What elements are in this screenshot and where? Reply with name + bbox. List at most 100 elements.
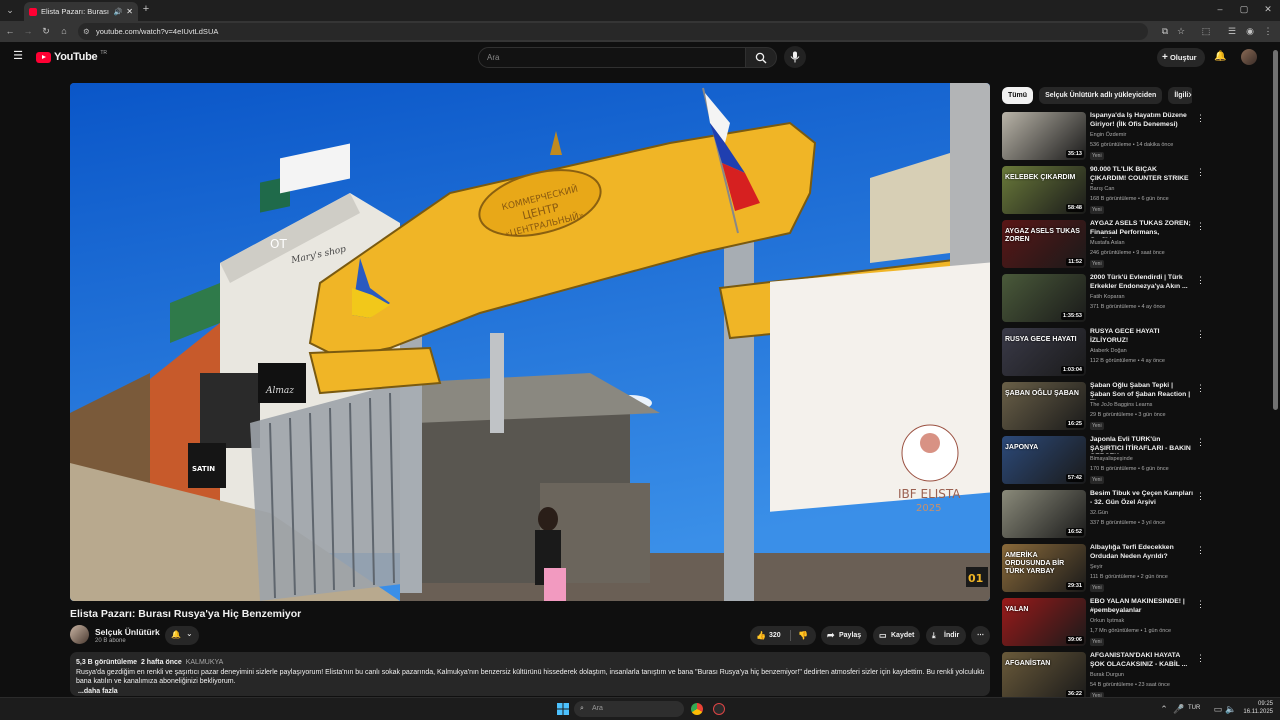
recommendation-item[interactable]: YALAN 39:06 EBO YALAN MAKİNESİNDE! | #pemb… — [1002, 598, 1205, 648]
notifications-bell-icon[interactable]: 🔔 — [1214, 52, 1226, 62]
extensions-icon[interactable]: ⬚ — [1200, 27, 1212, 36]
like-button[interactable]: 👍 320 — [750, 626, 790, 645]
recommendation-item[interactable]: AMERİKA ORDUSUNDA BİR TÜRK YARBAY 29:31 Al… — [1002, 544, 1205, 594]
volume-icon[interactable]: 🔈 — [1225, 705, 1237, 714]
video-thumbnail[interactable]: 16:52 — [1002, 490, 1086, 538]
voice-search-button[interactable] — [784, 46, 806, 68]
recommendation-title[interactable]: RUSYA GECE HAYATI İZLİYORUZ! — [1090, 328, 1194, 345]
more-vertical-icon[interactable]: ⋮ — [1196, 114, 1205, 123]
share-button[interactable]: ➦ Paylaş — [821, 626, 867, 645]
recommendation-channel[interactable]: Engin Özdemir — [1090, 132, 1126, 138]
video-thumbnail[interactable]: ŞABAN OĞLU ŞABAN 16:25 — [1002, 382, 1086, 430]
youtube-logo[interactable]: YouTube TR — [36, 50, 107, 63]
description-tag[interactable]: KALMUKYA — [186, 659, 224, 666]
recommendation-item[interactable]: 35:13 İspanya'da İş Hayatım Düzene Giriyo… — [1002, 112, 1205, 162]
recommendation-title[interactable]: AYGAZ ASELS TUKAS ZOREN; Finansal Perfor… — [1090, 220, 1194, 238]
windows-start-icon[interactable] — [557, 703, 569, 715]
search-button[interactable] — [745, 47, 777, 68]
more-vertical-icon[interactable]: ⋮ — [1196, 438, 1205, 447]
recommendation-title[interactable]: 90.000 TL'LİK BIÇAK ÇIKARDIM! COUNTER ST… — [1090, 166, 1194, 184]
more-vertical-icon[interactable]: ⋮ — [1196, 168, 1205, 177]
recommendation-item[interactable]: JAPONYA 57:42 Japonla Evli TÜRK'ün ŞAŞIRTI… — [1002, 436, 1205, 486]
recommendation-title[interactable]: Albaylığa Terfi Edecekken Ordudan Neden … — [1090, 544, 1194, 561]
browser-menu-icon[interactable]: ⋮ — [1262, 27, 1274, 36]
video-player[interactable]: OT Mary's shop Almaz SATIN КОММЕРЧЕСКИЙ … — [70, 83, 990, 601]
taskbar-search[interactable]: ⌕ Ara — [574, 701, 684, 717]
chip-from-uploader[interactable]: Selçuk Ünlütürk adlı yükleyiciden — [1039, 87, 1163, 104]
back-icon[interactable]: ← — [4, 27, 16, 36]
video-thumbnail[interactable]: AMERİKA ORDUSUNDA BİR TÜRK YARBAY 29:31 — [1002, 544, 1086, 592]
recommendation-title[interactable]: İspanya'da İş Hayatım Düzene Giriyor! (İ… — [1090, 112, 1194, 129]
recommendation-channel[interactable]: Şeyir — [1090, 564, 1103, 570]
account-avatar[interactable] — [1241, 49, 1257, 65]
video-thumbnail[interactable]: YALAN 39:06 — [1002, 598, 1086, 646]
channel-avatar[interactable] — [70, 625, 89, 644]
recommendation-channel[interactable]: Orkun Işıtmak — [1090, 618, 1124, 624]
recommendation-channel[interactable]: Mustafa Aslan — [1090, 240, 1125, 246]
channel-name[interactable]: Selçuk Ünlütürk — [95, 627, 160, 637]
chrome-taskbar-icon[interactable] — [691, 703, 703, 715]
app-taskbar-icon[interactable] — [713, 703, 725, 715]
recommendation-item[interactable]: RUSYA GECE HAYATI 1:03:04 RUSYA GECE HAYAT… — [1002, 328, 1205, 378]
browser-tab[interactable]: Elista Pazarı: Burası Rusya'y... 🔊 ✕ — [24, 2, 138, 21]
audio-playing-icon[interactable]: 🔊 — [114, 8, 123, 16]
subscription-bell-button[interactable]: 🔔 ⌄ — [165, 626, 199, 645]
more-vertical-icon[interactable]: ⋮ — [1196, 276, 1205, 285]
tray-chevron-up-icon[interactable]: ⌃ — [1158, 705, 1170, 714]
recommendation-title[interactable]: EBO YALAN MAKİNESİNDE! | #pembeyalanlar — [1090, 598, 1194, 615]
description-box[interactable]: 5,3 B görüntüleme 2 hafta önce KALMUKYA … — [70, 652, 990, 696]
network-icon[interactable]: ▭ — [1212, 705, 1224, 714]
new-tab-icon[interactable]: + — [140, 4, 152, 15]
more-vertical-icon[interactable]: ⋮ — [1196, 546, 1205, 555]
chevron-right-icon[interactable]: › — [1184, 89, 1196, 101]
recommendation-item[interactable]: AYGAZ ASELS TUKAS ZOREN 11:52 AYGAZ ASELS … — [1002, 220, 1205, 270]
more-vertical-icon[interactable]: ⋮ — [1196, 492, 1205, 501]
more-actions-button[interactable]: ⋯ — [971, 626, 990, 645]
window-close-icon[interactable]: ✕ — [1262, 5, 1274, 14]
tab-search-icon[interactable]: ☰ — [1226, 27, 1238, 36]
more-vertical-icon[interactable]: ⋮ — [1196, 600, 1205, 609]
window-maximize-icon[interactable]: ▢ — [1238, 5, 1250, 14]
recommendation-item[interactable]: 16:52 Besim Tibuk ve Çeçen Kampları - 32.… — [1002, 490, 1205, 540]
reload-icon[interactable]: ↻ — [40, 27, 52, 36]
more-vertical-icon[interactable]: ⋮ — [1196, 654, 1205, 663]
recommendation-title[interactable]: Şaban Oğlu Şaban Tepki | Şaban Son of Şa… — [1090, 382, 1194, 400]
video-thumbnail[interactable]: KELEBEK ÇIKARDIM 58:48 — [1002, 166, 1086, 214]
tab-list-icon[interactable]: ⌄ — [4, 6, 16, 15]
more-vertical-icon[interactable]: ⋮ — [1196, 222, 1205, 231]
recommendation-title[interactable]: Japonla Evli TÜRK'ün ŞAŞIRTICI İTİRAFLAR… — [1090, 436, 1194, 454]
video-thumbnail[interactable]: 35:13 — [1002, 112, 1086, 160]
home-icon[interactable]: ⌂ — [58, 27, 70, 36]
recommendation-item[interactable]: KELEBEK ÇIKARDIM 58:48 90.000 TL'LİK BIÇAK… — [1002, 166, 1205, 216]
address-bar[interactable]: ⚙ youtube.com/watch?v=4eIUvtLdSUA — [78, 23, 1148, 40]
recommendation-item[interactable]: 1:35:53 2000 Türk'ü Evlendirdi | Türk Erk… — [1002, 274, 1205, 324]
recommendation-channel[interactable]: Barış Can — [1090, 186, 1114, 192]
tray-microphone-icon[interactable]: 🎤 — [1173, 705, 1185, 714]
more-vertical-icon[interactable]: ⋮ — [1196, 384, 1205, 393]
recommendation-item[interactable]: AFGANİSTAN 36:22 AFGANİSTAN'DAKİ HAYATA ŞO… — [1002, 652, 1205, 702]
profile-icon[interactable]: ◉ — [1244, 27, 1256, 36]
tab-close-icon[interactable]: ✕ — [126, 7, 133, 16]
guide-menu-icon[interactable]: ☰ — [12, 51, 24, 62]
keyboard-language[interactable]: TUR — [1188, 705, 1200, 711]
bookmark-star-icon[interactable]: ☆ — [1175, 27, 1187, 36]
video-thumbnail[interactable]: RUSYA GECE HAYATI 1:03:04 — [1002, 328, 1086, 376]
page-scrollbar[interactable] — [1273, 50, 1278, 410]
recommendation-channel[interactable]: 32.Gün — [1090, 510, 1108, 516]
video-thumbnail[interactable]: 1:35:53 — [1002, 274, 1086, 322]
recommendation-channel[interactable]: Burak Durgun — [1090, 672, 1124, 678]
recommendation-item[interactable]: ŞABAN OĞLU ŞABAN 16:25 Şaban Oğlu Şaban Te… — [1002, 382, 1205, 432]
recommendation-channel[interactable]: The JoJo Baggins Learns — [1090, 402, 1152, 408]
more-vertical-icon[interactable]: ⋮ — [1196, 330, 1205, 339]
taskbar-clock[interactable]: 09:25 16.11.2025 — [1239, 701, 1273, 716]
recommendation-title[interactable]: 2000 Türk'ü Evlendirdi | Türk Erkekler E… — [1090, 274, 1194, 291]
download-button[interactable]: ⤓ İndir — [926, 626, 966, 645]
recommendation-title[interactable]: Besim Tibuk ve Çeçen Kampları - 32. Gün … — [1090, 490, 1194, 507]
recommendation-channel[interactable]: Ataberk Doğan — [1090, 348, 1127, 354]
site-info-icon[interactable]: ⚙ — [83, 23, 90, 40]
forward-icon[interactable]: → — [22, 27, 34, 36]
video-thumbnail[interactable]: AFGANİSTAN 36:22 — [1002, 652, 1086, 700]
recommendation-channel[interactable]: Bimaya​lispeşinde — [1090, 456, 1133, 462]
show-more-link[interactable]: ...daha fazla — [78, 687, 984, 697]
video-thumbnail[interactable]: AYGAZ ASELS TUKAS ZOREN 11:52 — [1002, 220, 1086, 268]
